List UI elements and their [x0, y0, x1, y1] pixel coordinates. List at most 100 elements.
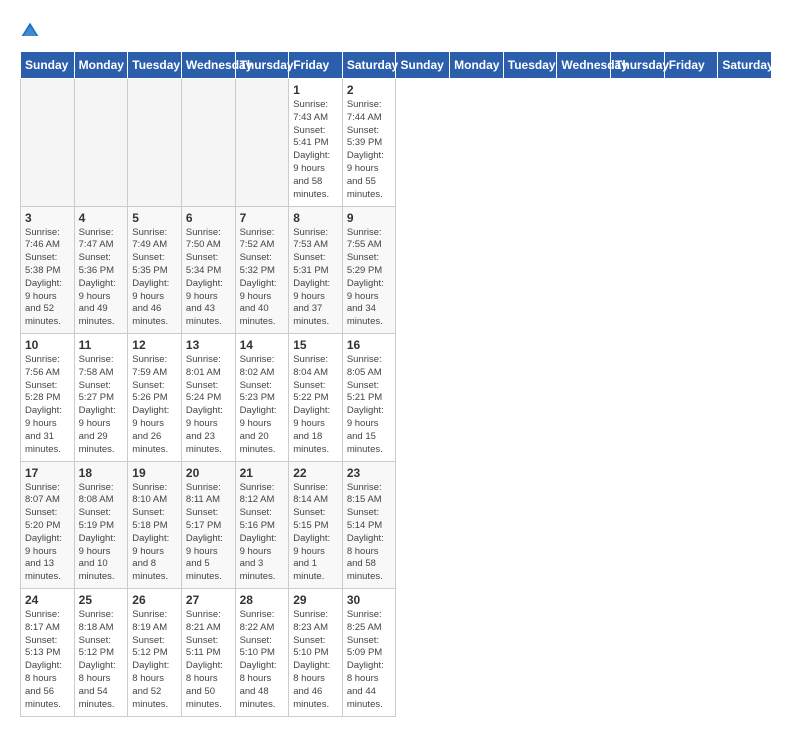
day-number: 16 [347, 338, 392, 352]
calendar-day-cell: 27 Sunrise: 8:21 AM Sunset: 5:11 PM Dayli… [181, 589, 235, 717]
calendar-day-header: Wednesday [181, 52, 235, 79]
day-info: Sunrise: 7:46 AM Sunset: 5:38 PM Dayligh… [25, 227, 70, 330]
calendar-day-cell: 6Sunrise: 7:50 AM Sunset: 5:34 PM Daylig… [181, 206, 235, 334]
day-info: Sunrise: 8:10 AM Sunset: 5:18 PM Dayligh… [132, 482, 177, 585]
calendar-day-cell: 20Sunrise: 8:11 AM Sunset: 5:17 PM Dayli… [181, 461, 235, 589]
calendar-day-header: Sunday [21, 52, 75, 79]
day-number: 19 [132, 466, 177, 480]
calendar-day-cell: 16Sunrise: 8:05 AM Sunset: 5:21 PM Dayli… [342, 334, 396, 462]
day-number: 7 [240, 211, 285, 225]
logo-icon [20, 21, 40, 41]
day-number: 2 [347, 83, 392, 97]
day-info: Sunrise: 7:58 AM Sunset: 5:27 PM Dayligh… [79, 354, 124, 457]
calendar-day-header: Monday [74, 52, 128, 79]
day-number: 21 [240, 466, 285, 480]
calendar-day-cell: 15 Sunrise: 8:04 AM Sunset: 5:22 PM Dayli… [289, 334, 343, 462]
calendar-day-cell: 9 Sunrise: 7:55 AM Sunset: 5:29 PM Daylig… [342, 206, 396, 334]
calendar-day-cell: 30 Sunrise: 8:25 AM Sunset: 5:09 PM Dayli… [342, 589, 396, 717]
day-info: Sunrise: 8:25 AM Sunset: 5:09 PM Dayligh… [347, 609, 392, 712]
calendar-day-header: Friday [664, 52, 718, 79]
calendar-day-header: Saturday [342, 52, 396, 79]
day-number: 15 [293, 338, 338, 352]
calendar-day-cell [181, 79, 235, 207]
day-number: 5 [132, 211, 177, 225]
calendar-day-cell [128, 79, 182, 207]
day-info: Sunrise: 7:56 AM Sunset: 5:28 PM Dayligh… [25, 354, 70, 457]
day-info: Sunrise: 7:49 AM Sunset: 5:35 PM Dayligh… [132, 227, 177, 330]
day-info: Sunrise: 8:02 AM Sunset: 5:23 PM Dayligh… [240, 354, 285, 457]
day-number: 9 [347, 211, 392, 225]
day-number: 29 [293, 593, 338, 607]
day-number: 27 [186, 593, 231, 607]
calendar-day-cell: 7Sunrise: 7:52 AM Sunset: 5:32 PM Daylig… [235, 206, 289, 334]
calendar-day-cell: 17 Sunrise: 8:07 AM Sunset: 5:20 PM Dayli… [21, 461, 75, 589]
day-info: Sunrise: 8:12 AM Sunset: 5:16 PM Dayligh… [240, 482, 285, 585]
day-number: 22 [293, 466, 338, 480]
day-number: 13 [186, 338, 231, 352]
calendar-table: SundayMondayTuesdayWednesdayThursdayFrid… [20, 51, 772, 717]
day-number: 25 [79, 593, 124, 607]
calendar-day-cell: 13 Sunrise: 8:01 AM Sunset: 5:24 PM Dayli… [181, 334, 235, 462]
day-info: Sunrise: 8:19 AM Sunset: 5:12 PM Dayligh… [132, 609, 177, 712]
day-number: 6 [186, 211, 231, 225]
calendar-week-row: 24Sunrise: 8:17 AM Sunset: 5:13 PM Dayli… [21, 589, 772, 717]
day-number: 3 [25, 211, 70, 225]
calendar-day-cell: 28Sunrise: 8:22 AM Sunset: 5:10 PM Dayli… [235, 589, 289, 717]
calendar-day-header: Saturday [718, 52, 772, 79]
day-info: Sunrise: 8:08 AM Sunset: 5:19 PM Dayligh… [79, 482, 124, 585]
calendar-day-cell: 12 Sunrise: 7:59 AM Sunset: 5:26 PM Dayli… [128, 334, 182, 462]
calendar-day-cell: 14 Sunrise: 8:02 AM Sunset: 5:23 PM Dayli… [235, 334, 289, 462]
day-number: 12 [132, 338, 177, 352]
day-number: 23 [347, 466, 392, 480]
calendar-day-cell: 11Sunrise: 7:58 AM Sunset: 5:27 PM Dayli… [74, 334, 128, 462]
calendar-day-header: Monday [450, 52, 504, 79]
calendar-header-row: SundayMondayTuesdayWednesdayThursdayFrid… [21, 52, 772, 79]
calendar-day-header: Sunday [396, 52, 450, 79]
day-info: Sunrise: 8:14 AM Sunset: 5:15 PM Dayligh… [293, 482, 338, 585]
day-info: Sunrise: 7:59 AM Sunset: 5:26 PM Dayligh… [132, 354, 177, 457]
day-info: Sunrise: 7:47 AM Sunset: 5:36 PM Dayligh… [79, 227, 124, 330]
calendar-day-cell: 4 Sunrise: 7:47 AM Sunset: 5:36 PM Daylig… [74, 206, 128, 334]
calendar-day-header: Tuesday [128, 52, 182, 79]
day-info: Sunrise: 8:01 AM Sunset: 5:24 PM Dayligh… [186, 354, 231, 457]
calendar-day-cell [74, 79, 128, 207]
day-number: 17 [25, 466, 70, 480]
day-info: Sunrise: 8:11 AM Sunset: 5:17 PM Dayligh… [186, 482, 231, 585]
day-info: Sunrise: 8:07 AM Sunset: 5:20 PM Dayligh… [25, 482, 70, 585]
calendar-day-cell: 25Sunrise: 8:18 AM Sunset: 5:12 PM Dayli… [74, 589, 128, 717]
day-info: Sunrise: 8:04 AM Sunset: 5:22 PM Dayligh… [293, 354, 338, 457]
calendar-day-cell [21, 79, 75, 207]
calendar-day-header: Wednesday [557, 52, 611, 79]
calendar-day-cell: 8 Sunrise: 7:53 AM Sunset: 5:31 PM Daylig… [289, 206, 343, 334]
calendar-day-cell: 29 Sunrise: 8:23 AM Sunset: 5:10 PM Dayli… [289, 589, 343, 717]
day-number: 28 [240, 593, 285, 607]
day-number: 4 [79, 211, 124, 225]
day-info: Sunrise: 7:53 AM Sunset: 5:31 PM Dayligh… [293, 227, 338, 330]
day-info: Sunrise: 8:21 AM Sunset: 5:11 PM Dayligh… [186, 609, 231, 712]
calendar-day-cell: 18 Sunrise: 8:08 AM Sunset: 5:19 PM Dayli… [74, 461, 128, 589]
logo [20, 20, 44, 41]
day-number: 10 [25, 338, 70, 352]
calendar-day-cell: 2 Sunrise: 7:44 AM Sunset: 5:39 PM Daylig… [342, 79, 396, 207]
day-info: Sunrise: 7:43 AM Sunset: 5:41 PM Dayligh… [293, 99, 338, 202]
day-number: 30 [347, 593, 392, 607]
calendar-day-header: Tuesday [503, 52, 557, 79]
day-info: Sunrise: 8:23 AM Sunset: 5:10 PM Dayligh… [293, 609, 338, 712]
calendar-day-cell: 19 Sunrise: 8:10 AM Sunset: 5:18 PM Dayli… [128, 461, 182, 589]
calendar-day-header: Thursday [611, 52, 665, 79]
calendar-day-cell: 10 Sunrise: 7:56 AM Sunset: 5:28 PM Dayli… [21, 334, 75, 462]
day-number: 18 [79, 466, 124, 480]
calendar-day-cell: 23 Sunrise: 8:15 AM Sunset: 5:14 PM Dayli… [342, 461, 396, 589]
calendar-day-cell: 26 Sunrise: 8:19 AM Sunset: 5:12 PM Dayli… [128, 589, 182, 717]
day-number: 8 [293, 211, 338, 225]
calendar-day-cell: 24Sunrise: 8:17 AM Sunset: 5:13 PM Dayli… [21, 589, 75, 717]
page-header [20, 20, 772, 41]
day-number: 26 [132, 593, 177, 607]
calendar-week-row: 1Sunrise: 7:43 AM Sunset: 5:41 PM Daylig… [21, 79, 772, 207]
calendar-day-header: Thursday [235, 52, 289, 79]
day-info: Sunrise: 7:44 AM Sunset: 5:39 PM Dayligh… [347, 99, 392, 202]
day-number: 24 [25, 593, 70, 607]
day-info: Sunrise: 7:55 AM Sunset: 5:29 PM Dayligh… [347, 227, 392, 330]
day-info: Sunrise: 8:15 AM Sunset: 5:14 PM Dayligh… [347, 482, 392, 585]
day-number: 14 [240, 338, 285, 352]
